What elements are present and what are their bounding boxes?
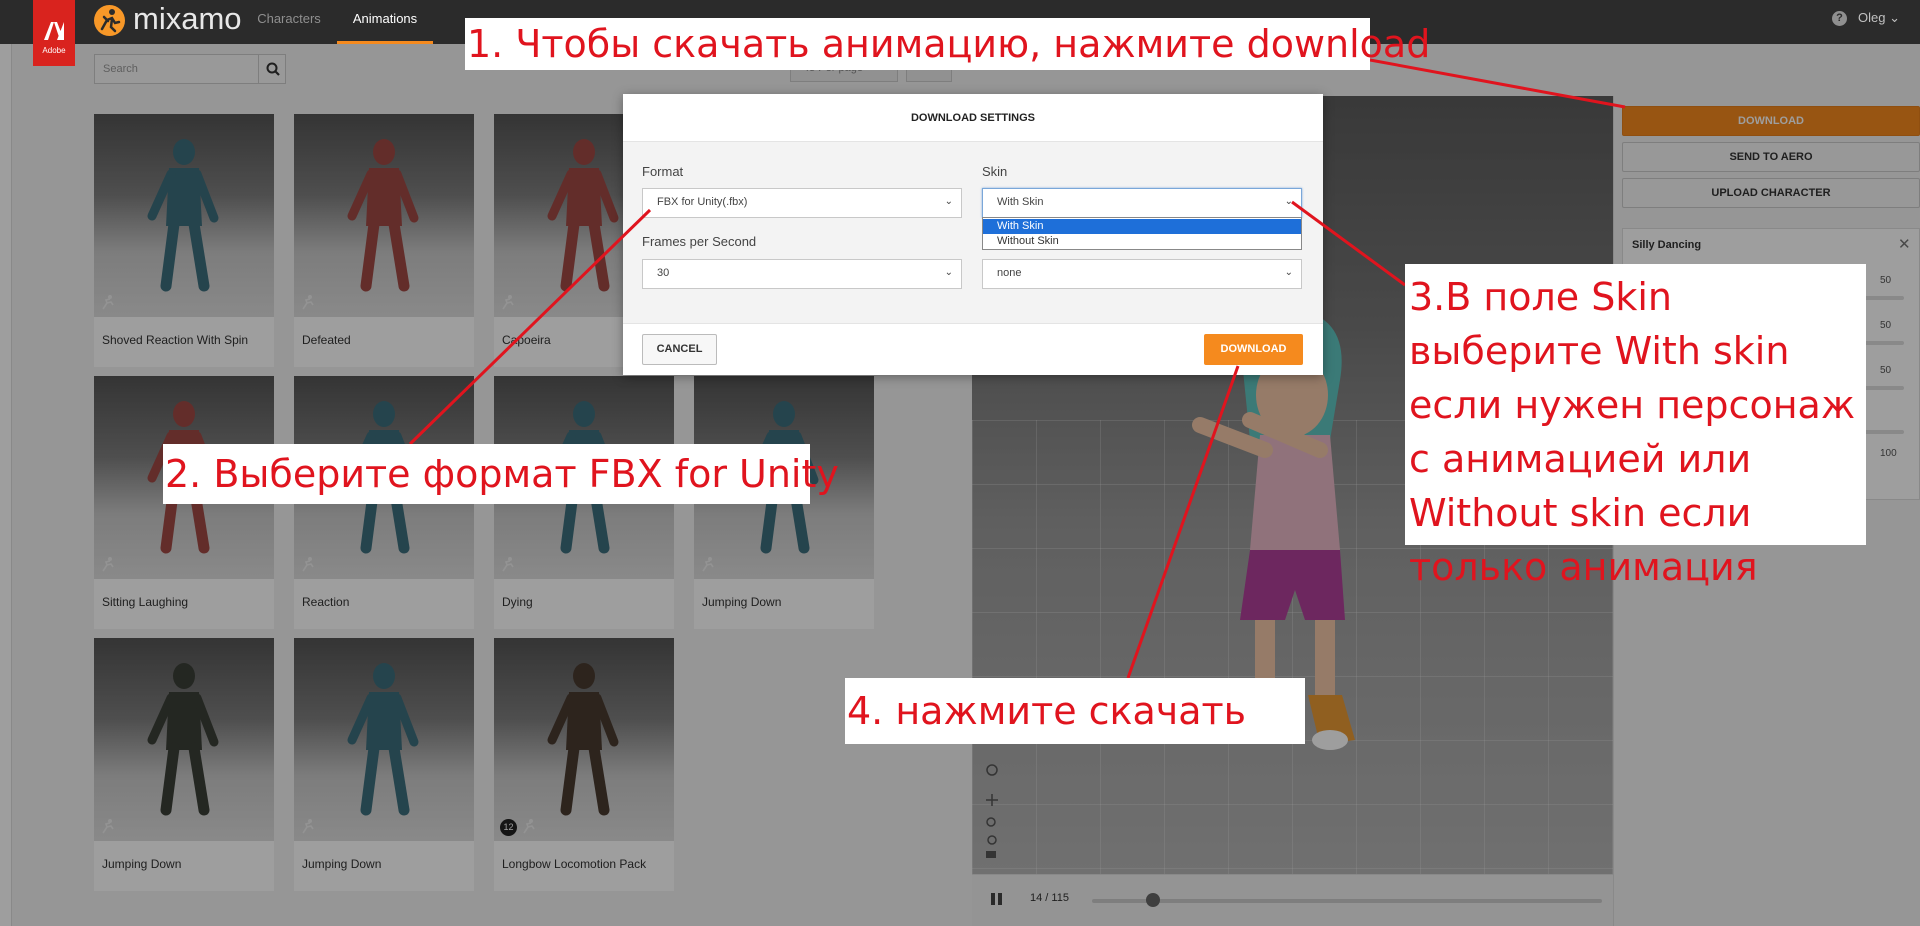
format-value: FBX for Unity(.fbx) (657, 196, 748, 208)
annotation-step-4: 4. нажмите скачать (845, 678, 1305, 744)
format-select[interactable]: FBX for Unity(.fbx) ⌄ (642, 188, 962, 218)
skin-select[interactable]: With Skin ⌄ (982, 188, 1302, 218)
help-icon[interactable]: ? (1832, 11, 1847, 26)
annotation-step-2: 2. Выберите формат FBX for Unity (163, 444, 839, 504)
chevron-down-icon: ⌄ (1284, 267, 1293, 278)
fps-select[interactable]: 30 ⌄ (642, 259, 962, 289)
format-label: Format (642, 164, 684, 179)
skin-option-without-skin[interactable]: Without Skin (983, 234, 1301, 249)
adobe-icon (44, 22, 64, 40)
mixamo-logo-text[interactable]: mixamo (133, 1, 242, 37)
annotation-step-3: 3.В поле Skin выберите With skin если ну… (1405, 264, 1866, 589)
adobe-label: Adobe (42, 46, 66, 55)
tab-animations[interactable]: Animations (337, 0, 433, 44)
adobe-logo[interactable]: Adobe (33, 0, 75, 66)
chevron-down-icon: ⌄ (1284, 196, 1293, 207)
dialog-download-button[interactable]: DOWNLOAD (1204, 334, 1303, 365)
tab-characters[interactable]: Characters (248, 0, 330, 44)
keyframe-reduction-value: none (997, 267, 1022, 279)
cancel-button[interactable]: CANCEL (642, 334, 717, 365)
skin-option-with-skin[interactable]: With Skin (983, 219, 1301, 234)
dialog-title: DOWNLOAD SETTINGS (623, 94, 1323, 142)
skin-value: With Skin (997, 196, 1044, 208)
skin-label: Skin (982, 164, 1008, 179)
mixamo-logo-icon (94, 5, 125, 36)
annotation-step-1: 1. Чтобы скачать анимацию, нажмите downl… (465, 18, 1430, 70)
keyframe-reduction-select[interactable]: none ⌄ (982, 259, 1302, 289)
fps-label: Frames per Second (642, 234, 757, 249)
user-menu[interactable]: Oleg ⌄ (1858, 10, 1900, 26)
chevron-down-icon: ⌄ (944, 267, 953, 278)
skin-dropdown-list: With Skin Without Skin (982, 217, 1302, 250)
fps-value: 30 (657, 267, 670, 279)
chevron-down-icon: ⌄ (944, 196, 953, 207)
